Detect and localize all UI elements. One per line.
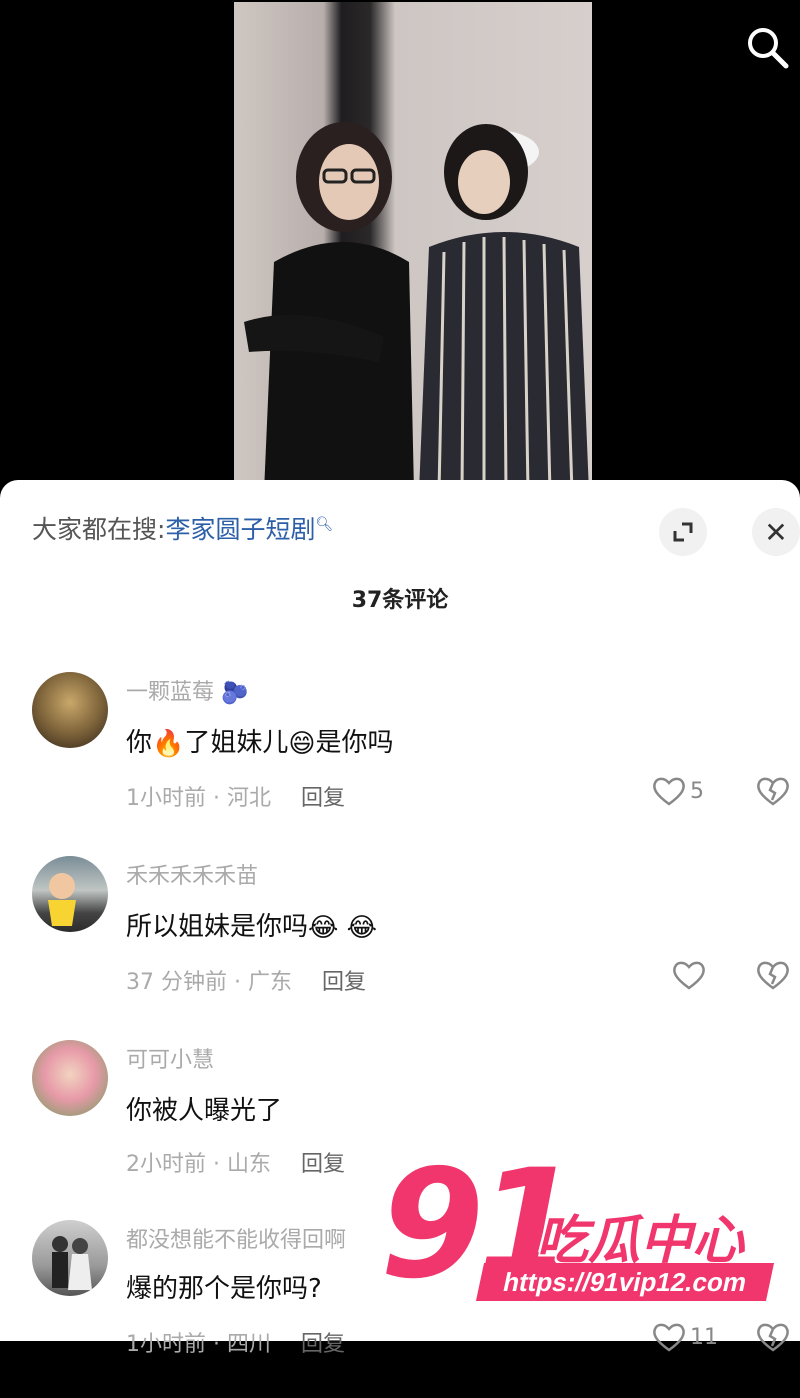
video-player[interactable] [0,0,800,500]
person-right-figure [419,124,589,482]
watermark: 91 吃瓜中心 https://91vip12.com [380,1150,780,1310]
avatar-figure-icon [48,873,76,926]
heart-icon [673,961,705,990]
trend-query-link[interactable]: 李家圆子短剧 [165,515,315,544]
comment-text: 爆的那个是你吗? [126,1274,322,1304]
trend-prefix: 大家都在搜: [32,515,166,544]
avatar[interactable] [32,856,108,932]
fire-emoji-icon: 🔥 [152,728,185,759]
comment-count: 37条评论 [351,588,449,613]
avatar-figure-icon [52,1236,92,1290]
expand-icon [673,522,693,542]
comment-meta: 1小时前 · 四川 回复 [126,1332,345,1357]
reply-button[interactable]: 回复 [301,1152,345,1177]
trending-search: 大家都在搜:李家圆子短剧🔍︎ [32,510,333,546]
avatar[interactable] [32,672,108,748]
broken-heart-icon [757,777,789,806]
like-count: 5 [690,778,704,804]
comment-username[interactable]: 禾禾禾禾禾苗 [126,858,258,890]
like-count: 11 [690,1324,718,1350]
comment-username[interactable]: 都没想能不能收得回啊 [126,1222,346,1254]
search-icon [748,28,789,69]
expand-button[interactable] [659,508,707,556]
comment-meta: 1小时前 · 河北 回复 [126,786,345,811]
comment-text: 你🔥了姐妹儿😄是你吗 [126,728,394,759]
comment-meta: 37 分钟前 · 广东 回复 [126,970,366,995]
heart-icon [653,1323,685,1352]
blueberry-icon: 🫐 [221,680,249,706]
close-icon: ✕ [764,515,788,549]
close-button[interactable]: ✕ [752,508,800,556]
comment-item: 禾禾禾禾禾苗 所以姐妹是你吗😂 😂 37 分钟前 · 广东 回复 [0,852,800,1032]
broken-heart-icon [757,961,789,990]
comment-text: 你被人曝光了 [126,1096,283,1126]
like-button[interactable]: 11 [652,1322,718,1352]
avatar[interactable] [32,1040,108,1116]
watermark-brand: 吃瓜中心 [536,1211,745,1271]
like-button[interactable]: 5 [652,776,704,806]
reply-button[interactable]: 回复 [301,786,345,811]
reply-button[interactable]: 回复 [322,970,366,995]
like-button[interactable] [672,960,710,990]
avatar[interactable] [32,1220,108,1296]
broken-heart-icon [757,1323,789,1352]
heart-icon [653,777,685,806]
reply-button[interactable]: 回复 [301,1332,345,1357]
comment-text: 所以姐妹是你吗😂 😂 [126,912,378,943]
search-small-icon: 🔍︎ [315,516,334,533]
person-left-figure [244,122,414,482]
video-frame [234,2,592,482]
comment-item: 一颗蓝莓 🫐 你🔥了姐妹儿😄是你吗 1小时前 · 河北 回复 5 [0,668,800,848]
laughing-emoji-icon: 😂 [308,912,339,943]
dislike-button[interactable] [756,776,790,810]
search-button[interactable] [742,22,792,72]
comment-meta: 2小时前 · 山东 回复 [126,1152,345,1177]
comment-username[interactable]: 一颗蓝莓 🫐 [126,674,248,706]
dislike-button[interactable] [756,960,790,994]
watermark-url: https://91vip12.com [475,1263,775,1301]
grinning-emoji-icon: 😄 [288,728,316,759]
comment-username[interactable]: 可可小慧 [126,1042,214,1074]
laughing-emoji-icon: 😂 [346,912,378,943]
dislike-button[interactable] [756,1322,790,1356]
